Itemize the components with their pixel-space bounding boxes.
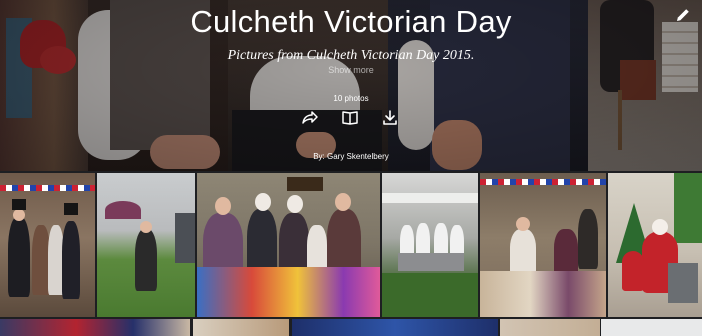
share-button[interactable] xyxy=(299,108,319,128)
top-hat xyxy=(12,199,26,210)
garland xyxy=(674,173,702,243)
view-book-button[interactable] xyxy=(340,108,360,128)
photo-person xyxy=(554,229,578,275)
bunting xyxy=(480,179,606,185)
bunting xyxy=(0,185,95,191)
photo-person xyxy=(135,229,157,291)
photo-person-head xyxy=(215,197,231,215)
share-icon xyxy=(302,111,318,124)
cooking-pots xyxy=(398,253,464,271)
photo-count: 10 photos xyxy=(333,94,369,103)
photo-thumbnail[interactable] xyxy=(601,319,702,336)
photo-thumbnail[interactable] xyxy=(0,173,95,317)
photo-thumbnail[interactable] xyxy=(0,319,190,336)
umbrella xyxy=(105,201,141,219)
photo-person xyxy=(62,221,80,299)
photo-grid xyxy=(0,171,702,336)
edit-album-button[interactable] xyxy=(674,6,692,24)
album-cover: Culcheth Victorian Day Pictures from Cul… xyxy=(0,0,702,171)
top-hat xyxy=(64,203,78,215)
wall-sign xyxy=(287,177,323,191)
pencil-icon xyxy=(677,9,689,21)
download-button[interactable] xyxy=(380,108,400,128)
photo-thumbnail[interactable] xyxy=(480,173,606,317)
photo-person-head xyxy=(13,209,25,221)
album-title: Culcheth Victorian Day xyxy=(190,4,512,39)
photo-thumbnail[interactable] xyxy=(500,319,600,336)
bonnet xyxy=(255,193,271,211)
photo-thumbnail[interactable] xyxy=(292,319,498,336)
toy-stall xyxy=(197,267,380,317)
building xyxy=(175,213,195,263)
bonnet xyxy=(287,195,303,213)
photo-person xyxy=(578,209,598,269)
photo-person xyxy=(8,217,30,297)
album-author: By: Gary Skentelbery xyxy=(313,152,389,161)
photo-person-head xyxy=(140,221,152,233)
santa-beard xyxy=(652,219,668,235)
photo-person xyxy=(510,229,536,275)
download-icon xyxy=(383,110,397,125)
craft-table xyxy=(480,271,606,317)
photo-person-head xyxy=(516,217,530,231)
show-more-link[interactable]: Show more xyxy=(0,65,702,75)
album-description: Pictures from Culcheth Victorian Day 201… xyxy=(227,48,475,63)
photo-thumbnail[interactable] xyxy=(97,173,195,317)
photo-thumbnail[interactable] xyxy=(382,173,478,317)
book-icon xyxy=(342,111,358,125)
photo-thumbnail[interactable] xyxy=(193,319,289,336)
photo-person-head xyxy=(335,193,351,211)
hedge xyxy=(382,273,478,317)
gazebo-roof xyxy=(382,193,478,203)
child xyxy=(622,251,644,291)
photo-thumbnail[interactable] xyxy=(197,173,380,317)
chair xyxy=(668,263,698,303)
photo-thumbnail[interactable] xyxy=(608,173,702,317)
